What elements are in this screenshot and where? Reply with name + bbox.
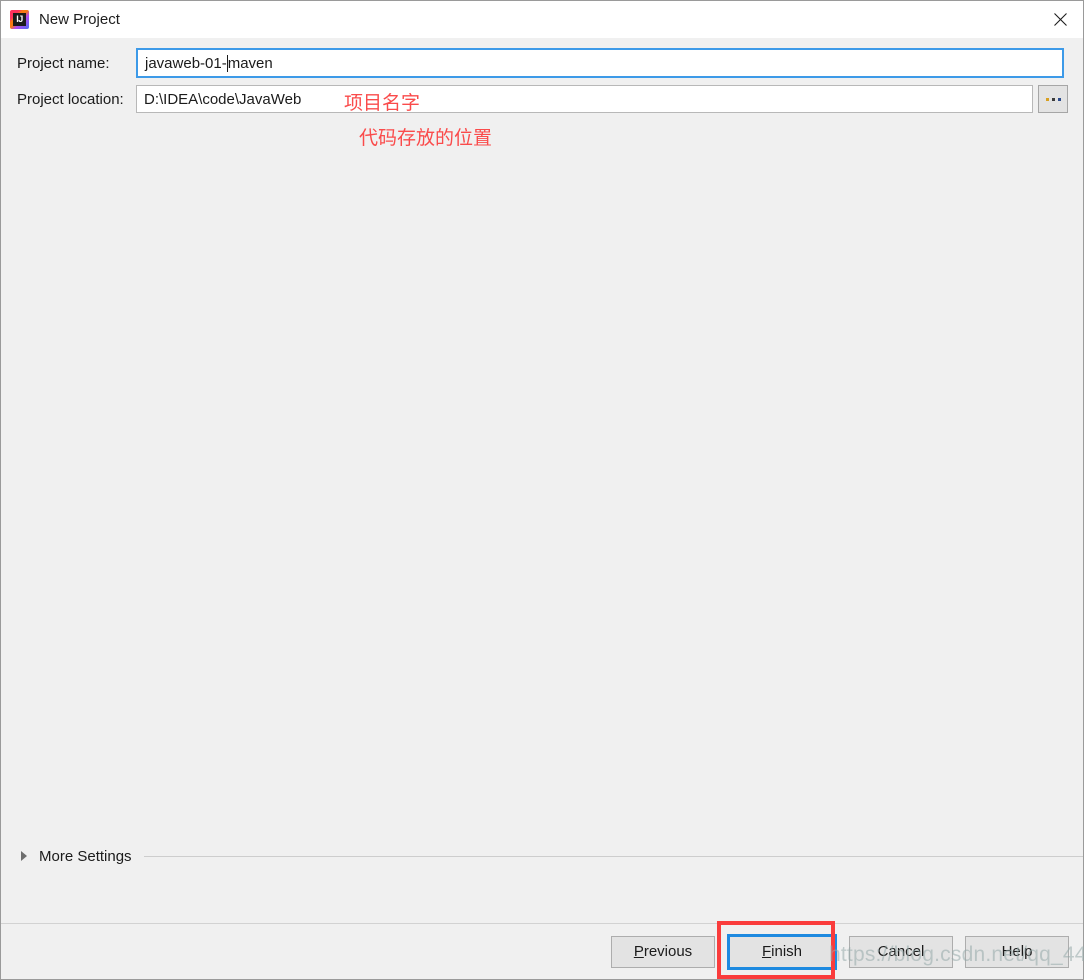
finish-button-mnemonic: F [761, 943, 772, 960]
ellipsis-dot-icon [1051, 97, 1055, 101]
cancel-button[interactable]: Cancel [849, 935, 953, 968]
previous-button-mnemonic: P [633, 943, 644, 960]
ellipsis-dot-icon [1045, 97, 1049, 101]
cancel-button-wrapper: Cancel [849, 935, 953, 968]
project-name-value-before-caret: javaweb-01- [145, 54, 227, 72]
project-name-row: Project name: javaweb-01- maven [1, 48, 1083, 78]
title-bar: IJ New Project [1, 1, 1083, 38]
finish-button[interactable]: Finish [727, 933, 837, 970]
window-title: New Project [39, 11, 120, 28]
close-button[interactable] [1037, 1, 1083, 38]
project-name-label: Project name: [17, 54, 110, 72]
finish-button-label: inish [771, 943, 803, 960]
ellipsis-dot-icon [1057, 97, 1061, 101]
project-location-value: D:\IDEA\code\JavaWeb [144, 90, 302, 108]
project-location-label: Project location: [17, 90, 124, 108]
project-location-row: Project location: D:\IDEA\code\JavaWeb [1, 85, 1083, 113]
project-name-input[interactable]: javaweb-01- maven [136, 48, 1064, 78]
more-settings-label: More Settings [39, 847, 132, 865]
finish-button-wrapper: Finish [717, 920, 837, 979]
annotation-project-name: 项目名字 [344, 92, 421, 114]
help-button[interactable]: Help [965, 935, 1069, 968]
previous-button[interactable]: Previous [611, 935, 715, 968]
project-name-value-after-caret: maven [227, 54, 273, 72]
section-divider [143, 855, 1083, 857]
browse-folder-button[interactable] [1038, 85, 1068, 113]
chevron-right-icon [21, 851, 27, 861]
project-location-input[interactable]: D:\IDEA\code\JavaWeb [136, 85, 1033, 113]
more-settings-section[interactable]: More Settings [1, 845, 1083, 867]
intellij-idea-logo-icon: IJ [10, 10, 29, 29]
app-icon-text: IJ [16, 14, 23, 24]
help-button-wrapper: Help [965, 935, 1069, 968]
annotation-project-location: 代码存放的位置 [359, 127, 493, 149]
dialog-footer: Previous Finish Cancel Help [1, 920, 1083, 979]
new-project-dialog: IJ New Project Project name: javaweb-01-… [0, 0, 1084, 980]
close-icon [1053, 13, 1067, 26]
previous-button-wrapper: Previous [611, 935, 715, 968]
previous-button-label: revious [643, 943, 693, 960]
dialog-content: Project name: javaweb-01- maven Project l… [1, 38, 1083, 923]
